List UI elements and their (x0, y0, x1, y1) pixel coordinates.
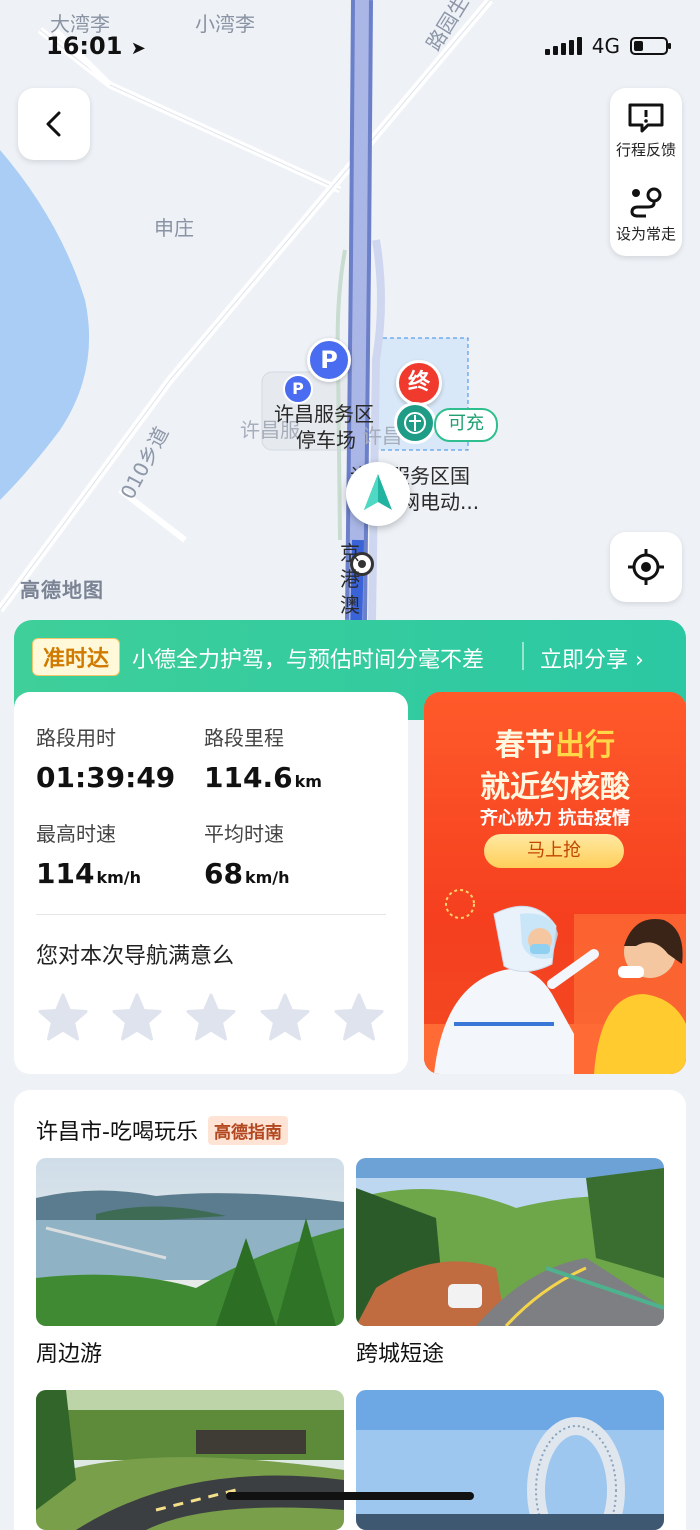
duration-stat: 路段用时 01:39:49 (36, 722, 175, 794)
guide-item-label[interactable]: 周边游 (36, 1336, 102, 1368)
distance-label: 路段里程 (204, 726, 284, 750)
guide-photo-countryside[interactable] (36, 1390, 344, 1530)
guide-photo-building[interactable] (356, 1390, 664, 1530)
ad-headline-1a: 春节 (495, 728, 555, 763)
banner-divider (522, 642, 524, 670)
ad-headline-1: 春节出行 (424, 720, 686, 764)
star-icon[interactable] (110, 992, 164, 1044)
ev-station-icon[interactable] (394, 402, 436, 444)
ev-label-2: 网电动... (400, 490, 480, 514)
stats-divider (36, 914, 386, 915)
on-time-tag: 准时达 (32, 638, 121, 676)
ad-headline-2: 就近约核酸 (480, 770, 630, 805)
side-panel: 行程反馈 设为常走 (610, 88, 682, 256)
avg-speed-unit: km/h (244, 868, 290, 887)
locate-button[interactable] (610, 532, 682, 602)
ad-subline: 齐心协力 抗击疫情 (479, 808, 631, 829)
guide-header: 许昌市-吃喝玩乐 高德指南 (36, 1114, 288, 1146)
duration-value: 01:39:49 (36, 761, 176, 794)
guide-photo-lake[interactable] (36, 1158, 344, 1326)
max-speed-value: 114 (36, 857, 95, 890)
charge-tag: 可充 (434, 408, 498, 442)
route-icon (630, 187, 662, 217)
locate-icon (628, 549, 664, 585)
duration-label: 路段用时 (36, 726, 116, 750)
parking-pin-large[interactable]: P (307, 338, 351, 382)
map-logo: 高德地图 (20, 578, 104, 602)
city-guide-card: 许昌市-吃喝玩乐 高德指南 周边游 跨城短途 (14, 1090, 686, 1530)
max-speed-label: 最高时速 (36, 822, 116, 846)
distance-value: 114.6 (204, 761, 293, 794)
ad-illustration (424, 889, 686, 1074)
guide-item-label[interactable]: 跨城短途 (356, 1336, 444, 1368)
status-icons: 4G (544, 34, 671, 58)
on-time-text: 小德全力护驾，与预估时间分毫不差 (132, 648, 485, 673)
avg-speed-label: 平均时速 (204, 822, 284, 846)
covid-test-ad[interactable]: 春节出行 就近约核酸 齐心协力 抗击疫情 马上抢 (424, 692, 686, 1074)
home-indicator[interactable] (226, 1492, 474, 1500)
avg-speed-stat: 平均时速 68 km/h (204, 818, 290, 890)
parking-label-2: 停车场 (296, 428, 356, 452)
current-position-arrow-icon (346, 462, 410, 526)
set-frequent-label: 设为常走 (615, 224, 676, 243)
status-time-text: 16:01 (46, 32, 123, 60)
distance-stat: 路段里程 114.6 km (204, 722, 322, 794)
rating-stars (36, 992, 386, 1044)
back-button[interactable] (18, 88, 90, 160)
guide-badge: 高德指南 (207, 1115, 288, 1145)
share-button[interactable]: 立即分享 › (540, 642, 644, 674)
satisfaction-question: 您对本次导航满意么 (36, 944, 235, 969)
star-icon[interactable] (258, 992, 312, 1044)
status-time: 16:01 ➤ (46, 32, 146, 60)
map-label-expressway: 京港澳 (340, 541, 360, 617)
map-view[interactable]: 大湾李 小湾李 申庄 路园生东 010乡道 许昌服 许昌 P P 许昌服务区 停… (0, 0, 700, 640)
network-type: 4G (591, 34, 620, 58)
map-label-xiaowanli: 小湾李 (195, 12, 255, 36)
guide-photo-road[interactable] (356, 1158, 664, 1326)
trip-feedback-button[interactable]: 行程反馈 (610, 88, 682, 172)
star-icon[interactable] (36, 992, 90, 1044)
cellular-signal-icon (544, 37, 582, 55)
star-icon[interactable] (332, 992, 386, 1044)
avg-speed-value: 68 (204, 857, 243, 890)
end-marker[interactable]: 终 (396, 360, 442, 406)
end-marker-label: 终 (407, 370, 430, 395)
ad-headline-1b: 出行 (555, 728, 615, 763)
chevron-left-icon (46, 111, 61, 137)
location-arrow-icon: ➤ (130, 38, 146, 59)
max-speed-stat: 最高时速 114 km/h (36, 818, 141, 890)
star-icon[interactable] (184, 992, 238, 1044)
ad-grab-button[interactable]: 马上抢 (484, 834, 624, 868)
trip-stats-card: 路段用时 01:39:49 路段里程 114.6 km 最高时速 114 km/h … (14, 692, 408, 1074)
trip-feedback-label: 行程反馈 (615, 140, 676, 159)
max-speed-unit: km/h (96, 868, 141, 887)
distance-unit: km (294, 772, 322, 791)
map-label-shenzhuang: 申庄 (154, 216, 194, 240)
battery-icon (630, 37, 671, 55)
set-frequent-button[interactable]: 设为常走 (610, 172, 682, 256)
feedback-icon (628, 103, 664, 132)
parking-label-1: 许昌服务区 (274, 402, 374, 426)
guide-title: 许昌市-吃喝玩乐 (36, 1120, 198, 1145)
